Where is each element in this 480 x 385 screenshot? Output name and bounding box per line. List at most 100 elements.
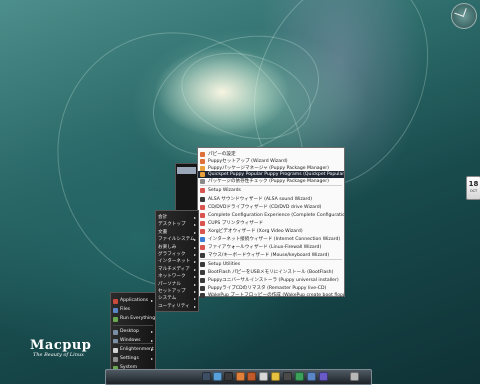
terminal-icon[interactable] [224,372,233,381]
wizard-menu-item-label: Setup Utilities [208,262,241,267]
wizard-menu-item[interactable]: Puppyユニバーサルインストーラ (Puppy universal insta… [198,277,344,284]
logo-title: Macpup [30,338,92,353]
media-icon[interactable] [283,372,292,381]
category-menu-item[interactable]: ユーティリティ ▸ [156,303,198,311]
wizard-menu-item-label: パピーの設定 [208,152,236,157]
wizard-menu-item[interactable]: PuppyライブCDのリマスタ (Remaster Puppy live-CD) [198,285,344,292]
wizard-menu-item[interactable]: インターネット接続ウィザード (Internet Connection Wiza… [198,236,344,243]
wizard-item-icon [200,213,205,218]
monitor-icon[interactable] [202,372,211,381]
wizard-menu-item-label: Setup Wizards [208,188,241,193]
wizard-menu-item[interactable]: CUPS プリンタウィザード [198,220,344,227]
wizard-menu-item-label: ファイアウォールウィザード (Linux-Firewall Wizard) [208,245,322,250]
chevron-right-icon: ▸ [150,356,153,361]
category-menu-item-label: マルチメディア [158,266,190,272]
start-menu-item[interactable]: Settings ▸ [111,355,155,363]
gear-icon[interactable] [295,372,304,381]
wizard-item-icon [200,237,205,242]
start-menu-item-label: Settings [120,356,139,361]
category-menu-item-label: 会計 [158,215,168,220]
start-menu-item-label: Files [120,307,131,312]
wizard-menu-item[interactable]: パピーの設定 [198,151,344,158]
wizard-menu-item[interactable]: Puppyセットアップ (Wizard Wizard) [198,158,344,165]
help-icon[interactable] [319,372,328,381]
taskbar [105,369,372,385]
wizard-item-icon [200,229,205,234]
wizard-menu-item[interactable]: ALSA サウンドウィザード (ALSA sound Wizard) [198,196,344,203]
wizard-menu-item[interactable]: Setup Utilities [198,261,344,268]
wizard-menu-item[interactable]: WakePup ブートフロッピーの作成 (WakePup create boot… [198,292,344,299]
wizard-item-icon [200,262,205,267]
start-menu-item[interactable]: Desktop ▸ [111,328,155,336]
wizard-menu-item[interactable]: Complete Configuration Experience (Compl… [198,212,344,219]
chevron-right-icon: ▸ [150,347,153,352]
wizard-menu-item-label: CD/DVDドライブウィザード (CD/DVD drive Wizard) [208,205,322,210]
logo-tagline: The Beauty of Linux [33,352,84,358]
menu-item-icon [113,298,118,304]
start-menu-item[interactable]: Files [111,306,155,314]
wizard-menu-item[interactable]: ファイアウォールウィザード (Linux-Firewall Wizard) [198,244,344,251]
wizard-menu-item[interactable]: BootFlash パピーをUSBメモリにインストール (BootFlash) [198,269,344,276]
category-menu: 会計 ▸ デスクトップ ▸ 文書 ▸ ファイルシステム ▸ お楽しみ ▸ グラフィック ▸ インターネッ… [155,210,199,312]
wizard-item-icon [200,286,205,291]
wizard-menu-item-label: PuppyライブCDのリマスタ (Remaster Puppy live-CD) [208,286,327,291]
menu-item-icon [113,329,118,335]
wizard-menu-item-label: インターネット接続ウィザード (Internet Connection Wiza… [208,237,341,242]
menu-separator [113,325,153,326]
wizard-menu-item-label: Puppyユニバーサルインストーラ (Puppy universal insta… [208,278,339,283]
wizard-menu-item[interactable]: Quickpet Puppy Popular Puppy Programs (Q… [198,171,344,178]
category-menu-item-label: 文書 [158,229,168,235]
start-menu-item-label: Applications [120,298,149,303]
start-menu-item[interactable]: Enlightenment ▸ [111,346,155,354]
wizard-menu-item-label: Complete Configuration Experience (Compl… [208,213,344,218]
browser-icon[interactable] [236,372,245,381]
start-menu-item[interactable]: Run Everything [111,315,155,323]
wizard-item-icon [200,221,205,226]
start-menu-item-label: Run Everything [120,316,156,321]
start-menu: Applications ▸ Files Run Everything Desktop ▸… [110,292,156,372]
clock-hour-hand [463,8,467,16]
wizard-item-icon [200,253,205,258]
clock-widget [451,3,477,29]
calendar-month: OCT [469,189,478,193]
menu-item-icon [113,316,118,322]
wizard-item-icon [200,205,205,210]
wizard-item-icon [200,278,205,283]
package-icon[interactable] [247,372,256,381]
home-icon[interactable] [213,372,222,381]
wizard-menu-item[interactable]: パッケージの依存性チェック (Puppy Package Manager) [198,178,344,185]
menu-item-icon [113,307,118,313]
start-menu-item-label: Desktop [120,329,139,334]
search-icon[interactable] [307,372,316,381]
category-menu-item-label: ネットワーク [158,274,186,280]
category-menu-item-label: パーソナル [158,281,181,287]
wizard-menu-item-label: Quickpet Puppy Popular Puppy Programs (Q… [208,172,344,177]
menu-item-icon [113,356,118,362]
start-menu-item[interactable]: Applications ▸ [111,297,155,305]
menu-separator [200,185,342,186]
macpup-logo: Macpup The Beauty of Linux [30,338,91,358]
trash-icon[interactable] [350,372,359,381]
wizard-menu-item[interactable]: Setup Wizards [198,187,344,194]
wizard-menu-item[interactable]: Xorgビデオウィザード (Xorg Video Wizard) [198,228,344,235]
chat-icon[interactable] [271,372,280,381]
audio-icon[interactable] [259,372,268,381]
category-menu-item-label: ユーティリティ [158,303,190,309]
category-menu-item-label: ファイルシステム [158,237,195,243]
wizard-menu-item-label: Xorgビデオウィザード (Xorg Video Wizard) [208,229,303,234]
menu-separator [113,343,153,344]
wizard-item-icon [200,293,205,298]
wizard-menu-item-label: マウス/キーボードウィザード (Mouse/keyboard Wizard) [208,253,330,258]
wizard-item-icon [200,270,205,275]
chevron-right-icon: ▸ [150,329,153,334]
category-menu-item-label: デスクトップ [158,222,186,228]
wizard-menu-item-label: ALSA サウンドウィザード (ALSA sound Wizard) [208,197,313,202]
wizard-menu-item[interactable]: CD/DVDドライブウィザード (CD/DVD drive Wizard) [198,204,344,211]
calendar-day: 18 [468,180,479,188]
category-menu-item-label: グラフィック [158,252,186,257]
clock-minute-hand [454,12,464,17]
wizard-item-icon [200,188,205,193]
wizard-menu-item[interactable]: マウス/キーボードウィザード (Mouse/keyboard Wizard) [198,252,344,259]
wizard-item-icon [200,245,205,250]
wizard-menu-item-label: CUPS プリンタウィザード [208,221,264,226]
